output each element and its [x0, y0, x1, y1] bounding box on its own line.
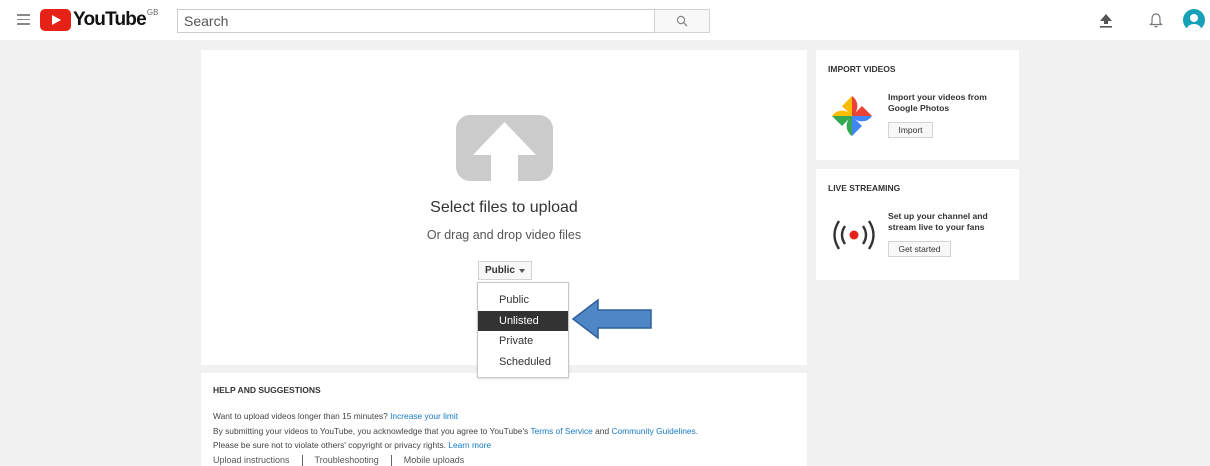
help-panel: HELP AND SUGGESTIONS Want to upload vide…: [201, 373, 807, 466]
troubleshooting-link[interactable]: Troubleshooting: [315, 455, 379, 465]
menu-icon[interactable]: [17, 14, 30, 25]
learn-more-link[interactable]: Learn more: [448, 440, 491, 450]
import-videos-title: IMPORT VIDEOS: [828, 64, 896, 74]
import-videos-panel: IMPORT VIDEOS Import your videos from Go…: [816, 50, 1019, 160]
youtube-logo[interactable]: YouTube GB: [40, 8, 159, 31]
privacy-option-unlisted[interactable]: Unlisted: [478, 310, 568, 331]
masthead: YouTube GB: [0, 0, 1210, 40]
increase-limit-link[interactable]: Increase your limit: [390, 411, 458, 421]
search-input[interactable]: [177, 9, 655, 33]
google-photos-icon: [832, 96, 872, 136]
help-text: Want to upload videos longer than 15 min…: [213, 411, 391, 421]
terms-of-service-link[interactable]: Terms of Service: [530, 426, 592, 436]
live-streaming-text: Set up your channel and stream live to y…: [888, 211, 988, 232]
community-guidelines-link[interactable]: Community Guidelines: [611, 426, 695, 436]
upload-title: Select files to upload: [430, 199, 578, 216]
upload-instructions-link[interactable]: Upload instructions: [213, 455, 290, 465]
upload-arrow-icon[interactable]: [456, 115, 553, 181]
privacy-option-public[interactable]: Public: [478, 290, 568, 311]
import-button[interactable]: Import: [888, 122, 933, 138]
live-broadcast-icon: [833, 220, 875, 250]
bell-icon[interactable]: [1148, 12, 1164, 29]
help-text: Please be sure not to violate others' co…: [213, 440, 449, 450]
arrow-annotation: [571, 298, 652, 340]
caret-down-icon: [519, 268, 525, 273]
search-icon: [676, 15, 688, 27]
privacy-option-private[interactable]: Private: [478, 331, 568, 352]
live-streaming-title: LIVE STREAMING: [828, 183, 901, 193]
mobile-uploads-link[interactable]: Mobile uploads: [404, 455, 465, 465]
get-started-button[interactable]: Get started: [888, 241, 951, 257]
search-button[interactable]: [654, 9, 710, 33]
help-line-limit: Want to upload videos longer than 15 min…: [213, 409, 807, 424]
help-text: .: [695, 425, 699, 436]
avatar-icon[interactable]: [1183, 9, 1205, 31]
help-links: Upload instructions Troubleshooting Mobi…: [213, 454, 807, 466]
privacy-option-scheduled[interactable]: Scheduled: [478, 352, 568, 373]
help-text: By submitting your videos to YouTube, yo…: [213, 425, 531, 436]
divider: [390, 454, 392, 466]
import-videos-text: Import your videos from Google Photos: [888, 92, 987, 113]
live-streaming-panel: LIVE STREAMING Set up your channel and s…: [816, 169, 1019, 280]
privacy-dropdown-button[interactable]: Public: [478, 261, 532, 280]
help-title: HELP AND SUGGESTIONS: [213, 385, 321, 395]
upload-subtitle: Or drag and drop video files: [426, 228, 582, 242]
help-line-copyright: Please be sure not to violate others' co…: [213, 438, 807, 453]
youtube-play-icon: [40, 9, 71, 31]
upload-icon[interactable]: [1099, 13, 1113, 28]
logo-text: YouTube: [73, 9, 147, 30]
divider: [301, 454, 303, 466]
privacy-dropdown-menu: Public Unlisted Private Scheduled: [477, 282, 569, 378]
help-text: and: [592, 425, 612, 436]
logo-region: GB: [146, 8, 159, 17]
help-line-terms: By submitting your videos to YouTube, yo…: [213, 424, 807, 439]
privacy-selected-label: Public: [484, 265, 515, 276]
